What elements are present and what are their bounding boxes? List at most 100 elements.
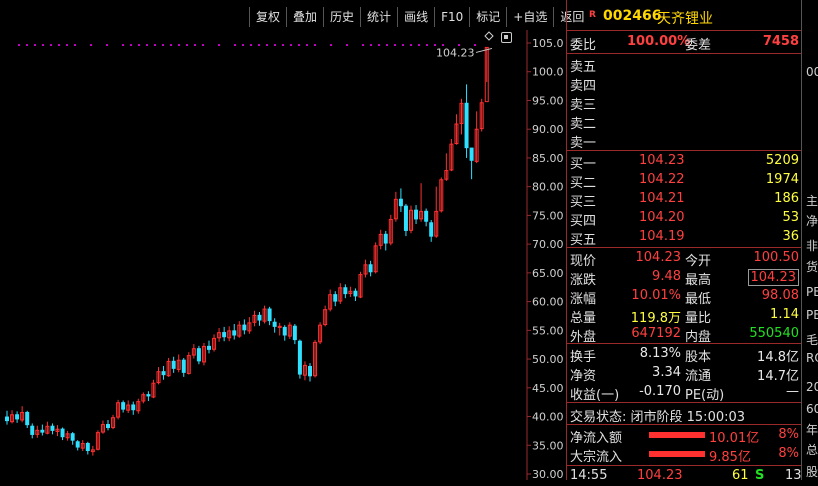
- reference-dot: [402, 44, 404, 46]
- flow-bar: [649, 432, 705, 438]
- fund-value: 14.7亿: [757, 369, 799, 384]
- axis-tick-label: 95.00: [532, 94, 564, 107]
- reference-dot: [346, 44, 348, 46]
- reference-dot: [170, 44, 172, 46]
- reference-dot: [218, 44, 220, 46]
- axis-tick-label: 50.00: [532, 353, 564, 366]
- flow-value: 10.01亿: [709, 431, 760, 446]
- reference-dot: [122, 44, 124, 46]
- stat-value: 98.08: [761, 288, 799, 303]
- side-panel-label: RO: [806, 351, 818, 365]
- axis-tick-label: 35.00: [532, 439, 564, 452]
- candle-body: [15, 414, 20, 420]
- stat-value: 550540: [749, 326, 799, 341]
- reference-dot: [130, 44, 132, 46]
- reference-dot: [386, 44, 388, 46]
- stock-header: R 002466 天齐锂业: [567, 6, 801, 28]
- divider: [567, 30, 801, 31]
- sell-row: 卖二: [567, 112, 801, 132]
- buy-level-label: 买一: [570, 157, 597, 172]
- reference-dot: [26, 44, 28, 46]
- add-watchlist-button[interactable]: +自选: [506, 7, 553, 27]
- fund-label: 流通: [685, 369, 712, 384]
- history-button[interactable]: 历史: [323, 7, 360, 27]
- stat-label: 最低: [685, 292, 712, 307]
- stat-value: 1.14: [770, 307, 799, 322]
- candle-body: [414, 209, 419, 220]
- candle-body: [25, 411, 30, 426]
- stat-row: 涨跌 9.48 最高 104.23: [567, 268, 801, 288]
- axis-tick-label: 40.00: [532, 411, 564, 424]
- axis-tick-label: 70.00: [532, 238, 564, 251]
- draw-line-button[interactable]: 画线: [397, 7, 434, 27]
- stat-value: 104.23: [635, 250, 682, 265]
- candle-body: [146, 394, 151, 397]
- reference-dot: [186, 44, 188, 46]
- reference-dot: [378, 44, 380, 46]
- side-panel-label: PE: [806, 285, 818, 299]
- candle-body: [297, 340, 302, 375]
- overlay-button[interactable]: 叠加: [286, 7, 323, 27]
- divider: [567, 247, 801, 248]
- candle-body: [40, 429, 45, 433]
- reference-dot: [42, 44, 44, 46]
- candle-body: [398, 198, 403, 207]
- side-panel-label: 00: [806, 65, 818, 79]
- buy-row: 买五 104.19 36: [567, 228, 801, 248]
- fuquan-button[interactable]: 复权: [249, 7, 286, 27]
- buy-level-price: 104.20: [639, 210, 685, 225]
- reference-dot: [50, 44, 52, 46]
- flow-label: 大宗流入: [570, 450, 623, 465]
- buy-level-label: 买三: [570, 195, 597, 210]
- buy-level-volume: 5209: [765, 153, 799, 168]
- mark-button[interactable]: 标记: [469, 7, 506, 27]
- weicha-value: 7458: [762, 34, 799, 49]
- reference-dot: [66, 44, 68, 46]
- kline-chart[interactable]: 105.0 100.0 95.00 90.00 85.00 80.00 75.00 70.00…: [0, 0, 566, 480]
- flow-label: 净流入额: [570, 431, 623, 446]
- buy-level-label: 买四: [570, 214, 597, 229]
- stat-value: 10.01%: [631, 288, 681, 303]
- stock-name: 天齐锂业: [657, 11, 713, 27]
- buy-level-volume: 186: [774, 191, 799, 206]
- reference-dot: [138, 44, 140, 46]
- side-panel-label: 非: [806, 239, 818, 253]
- reference-dot: [266, 44, 268, 46]
- side-panel-label: 60: [806, 402, 818, 416]
- axis-tick-label: 60.00: [532, 296, 564, 309]
- candle-body: [106, 424, 110, 429]
- side-panel-label: 总: [806, 443, 818, 457]
- candle-body: [232, 330, 237, 336]
- pin-icon[interactable]: [501, 32, 512, 43]
- divider: [567, 402, 801, 403]
- axis-tick-label: 55.00: [532, 324, 564, 337]
- quote-panel: R 002466 天齐锂业 委比 100.00% 委差 7458 卖五 卖四 卖三卖…: [567, 0, 802, 483]
- candle-body: [207, 345, 211, 350]
- flow-pct: 8%: [778, 446, 799, 461]
- f10-button[interactable]: F10: [434, 7, 469, 27]
- fund-label: 换手: [570, 350, 597, 365]
- kline-svg[interactable]: 105.0 100.0 95.00 90.00 85.00 80.00 75.00 70.00…: [0, 0, 566, 480]
- candle-body: [75, 441, 80, 448]
- candle-body: [383, 233, 388, 244]
- reference-dot: [202, 44, 204, 46]
- axis-tick-label: 45.00: [532, 382, 564, 395]
- buy-level-volume: 1974: [765, 172, 799, 187]
- stat-row: 外盘 647192 内盘 550540: [567, 325, 801, 345]
- candle-body: [368, 264, 373, 273]
- chart-toolbar: 复权 叠加 历史 统计 画线 F10 标记 +自选 返回: [249, 6, 590, 28]
- statistics-button[interactable]: 统计: [360, 7, 397, 27]
- candle-body: [85, 442, 90, 452]
- axis-tick-label: 65.00: [532, 267, 564, 280]
- side-panel-label: 货: [806, 260, 818, 274]
- reference-dot: [106, 44, 108, 46]
- tick-row: 14:55 104.23 61 S 13: [567, 467, 802, 486]
- stock-code: 002466: [603, 8, 662, 24]
- tick-price: 104.23: [637, 468, 683, 483]
- flow-pct: 8%: [778, 427, 799, 442]
- reference-dot: [18, 44, 20, 46]
- buy-row: 买一 104.23 5209: [567, 152, 801, 172]
- side-panel-label: 主: [806, 194, 818, 208]
- candle-body: [353, 290, 358, 297]
- buy-level-price: 104.22: [639, 172, 685, 187]
